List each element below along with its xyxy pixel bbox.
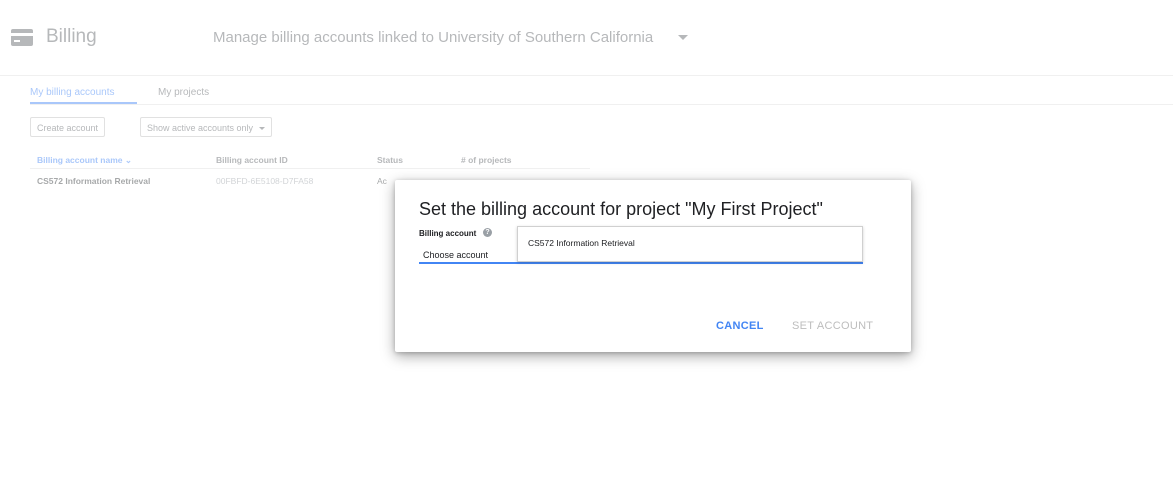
help-icon[interactable]: ? — [483, 228, 492, 237]
table-row-status: Ac — [377, 176, 387, 186]
caret-down-icon — [259, 127, 266, 131]
dropdown-option-cs572[interactable]: CS572 Information Retrieval — [528, 238, 635, 248]
table-row-account-name[interactable]: CS572 Information Retrieval — [37, 176, 150, 186]
credit-card-icon — [11, 29, 33, 46]
billing-page: Billing Manage billing accounts linked t… — [0, 0, 1173, 480]
dialog-title: Set the billing account for project "My … — [419, 199, 823, 219]
caret-down-icon[interactable] — [678, 35, 688, 40]
billing-account-dropdown: CS572 Information Retrieval — [517, 226, 863, 262]
set-account-button[interactable]: SET ACCOUNT — [792, 320, 873, 332]
select-value: Choose account — [423, 250, 489, 260]
header-divider — [0, 75, 1173, 76]
table-header-divider — [30, 168, 590, 169]
create-account-button[interactable]: Create account — [30, 117, 106, 137]
set-billing-account-dialog: Set the billing account for project "My … — [395, 180, 911, 352]
sort-arrow-icon: ⌄ — [124, 155, 132, 165]
cancel-button[interactable]: CANCEL — [716, 320, 764, 332]
organization-selector[interactable]: Manage billing accounts linked to Univer… — [213, 29, 653, 46]
tab-my-projects[interactable]: My projects — [158, 87, 209, 98]
column-header-status: Status — [377, 155, 403, 165]
column-header-id: Billing account ID — [216, 155, 288, 165]
billing-account-label: Billing account — [419, 229, 477, 238]
tab-my-billing-accounts[interactable]: My billing accounts — [30, 87, 114, 98]
column-header-name[interactable]: Billing account name ⌄ — [37, 155, 132, 166]
app-header: Billing Manage billing accounts linked t… — [0, 0, 1173, 78]
app-title: Billing — [46, 26, 97, 47]
table-row-account-id: 00FBFD-6E5108-D7FA58 — [216, 176, 314, 186]
filter-dropdown-label: Show active accounts only — [147, 123, 254, 133]
column-header-projects: # of projects — [461, 155, 512, 165]
filter-dropdown[interactable]: Show active accounts only — [140, 117, 273, 137]
tabs-divider — [30, 104, 1173, 105]
